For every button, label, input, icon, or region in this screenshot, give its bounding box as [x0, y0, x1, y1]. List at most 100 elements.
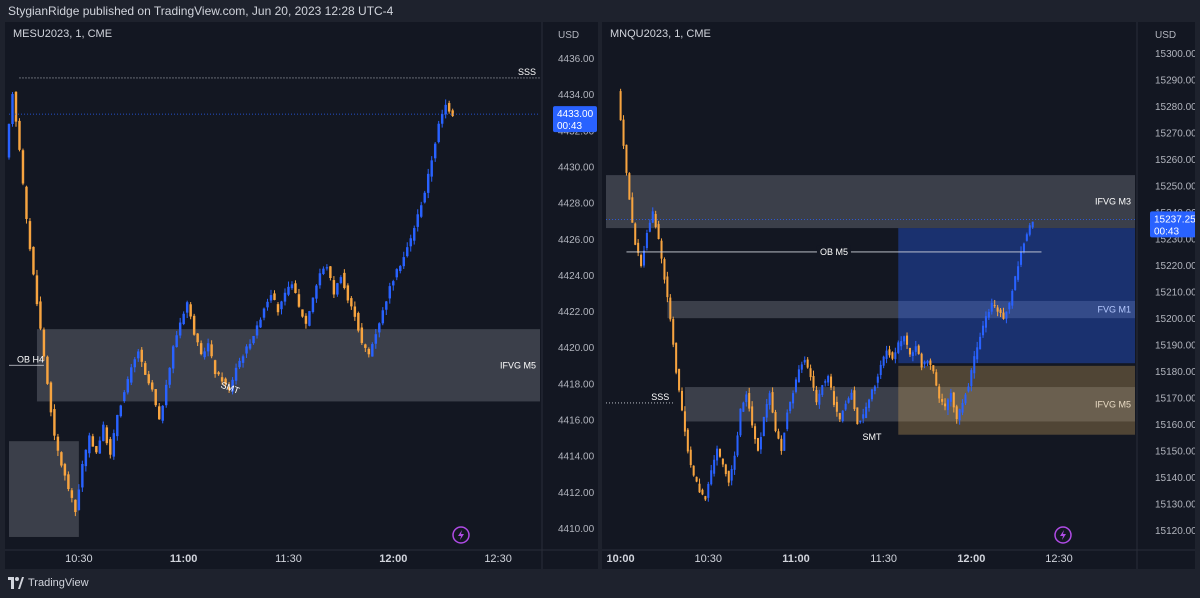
candle-body — [357, 312, 360, 331]
candle-body — [11, 94, 14, 124]
candle-body — [339, 277, 343, 284]
candle-body — [967, 386, 970, 392]
candle-body — [981, 325, 985, 336]
chart-svg-mnq[interactable]: IFVG M3FVG M1IFVG M5OB M5SSSSMTUSD15300.… — [602, 22, 1195, 569]
long-position-target-box[interactable] — [898, 228, 1135, 364]
candle-body — [123, 392, 126, 402]
long-position-stop-box[interactable] — [898, 365, 1135, 435]
candle-body — [955, 406, 958, 420]
price-tick-label: 15280.00 — [1155, 102, 1195, 113]
candle-body — [168, 367, 171, 385]
candle-body — [675, 342, 678, 373]
candle-body — [710, 470, 713, 485]
candle-body — [416, 214, 419, 227]
candle-body — [657, 224, 660, 239]
candle-body — [364, 344, 367, 348]
candle-body — [350, 298, 353, 307]
candle-body — [660, 240, 663, 259]
candle-body — [1011, 290, 1014, 306]
candle-body — [273, 293, 276, 300]
candle-body — [832, 391, 835, 405]
candle-body — [891, 352, 894, 359]
candle-body — [713, 459, 716, 474]
price-tick-label: 15130.00 — [1155, 500, 1195, 511]
level-label: OB H4 — [17, 354, 44, 364]
tradingview-logo[interactable]: TradingView — [8, 577, 89, 589]
candle-body — [987, 312, 990, 318]
candle-body — [949, 393, 952, 402]
tradingview-brand: TradingView — [28, 577, 89, 589]
candle-body — [958, 409, 961, 421]
candle-body — [88, 435, 91, 454]
candle-body — [944, 403, 947, 407]
candle-body — [1005, 311, 1008, 319]
candle-body — [325, 267, 329, 269]
candle-body — [1017, 266, 1020, 280]
zone-ifvg-m5[interactable] — [36, 329, 541, 402]
candle-body — [619, 91, 622, 121]
candle-body — [409, 238, 412, 247]
zone-ifvg-m3[interactable] — [606, 175, 1135, 229]
level-label: SSS — [651, 392, 669, 402]
candle-body — [46, 356, 49, 384]
bar-countdown: 00:43 — [557, 121, 582, 132]
candle-body — [25, 186, 28, 220]
price-tick-label: 15270.00 — [1155, 129, 1195, 140]
candle-body — [666, 276, 669, 298]
candle-body — [185, 302, 189, 313]
candle-body — [727, 470, 730, 483]
candle-body — [217, 372, 220, 375]
last-price-value: 15237.25 — [1154, 214, 1195, 225]
price-tick-label: 15220.00 — [1155, 261, 1195, 272]
candle-body — [297, 294, 301, 307]
candle-body — [343, 272, 346, 289]
chart-panel-mes[interactable]: IFVG M5SSSOB H4SMTUSD4436.004434.004432.… — [5, 22, 598, 569]
candle-body — [721, 458, 724, 465]
candle-body — [756, 438, 760, 451]
candle-body — [374, 334, 378, 344]
chart-panel-mnq[interactable]: IFVG M3 FVG M1 IFVG M5 OB M5 SSS SMT USD 15300.… — [602, 22, 1195, 569]
candle-body — [882, 356, 885, 366]
candle-body — [280, 301, 283, 310]
price-tick-label: 15210.00 — [1155, 288, 1195, 299]
candle-body — [32, 246, 35, 275]
candle-body — [914, 346, 917, 352]
candle-body — [276, 304, 280, 313]
candle-body — [346, 285, 350, 301]
candle-body — [126, 379, 129, 393]
candle-body — [812, 375, 815, 388]
candle-body — [873, 386, 876, 391]
candle-body — [926, 360, 929, 364]
candle-body — [759, 436, 762, 450]
candle-body — [301, 309, 304, 317]
candle-body — [777, 431, 780, 439]
candle-body — [841, 410, 844, 422]
candle-body — [724, 464, 727, 474]
candle-body — [210, 344, 213, 357]
price-tick-label: 4414.00 — [558, 452, 595, 463]
candle-body — [903, 336, 906, 342]
price-tick-label: 4426.00 — [558, 235, 595, 246]
candle-body — [797, 369, 800, 383]
price-tick-label: 4424.00 — [558, 271, 595, 282]
candle-body — [765, 404, 768, 418]
candle-body — [423, 192, 426, 203]
candle-body — [28, 221, 32, 250]
candle-body — [437, 123, 440, 143]
candle-body — [154, 389, 157, 406]
candle-body — [95, 446, 98, 453]
candle-body — [147, 374, 150, 384]
price-tick-label: 15250.00 — [1155, 182, 1195, 193]
symbol-label-mes: MESU2023, 1, CME — [13, 28, 113, 40]
candle-body — [625, 144, 628, 173]
price-tick-label: 4420.00 — [558, 343, 595, 354]
candle-body — [897, 342, 900, 353]
candle-body — [856, 407, 859, 425]
candle-body — [637, 242, 640, 253]
candle-body — [151, 382, 154, 390]
chart-svg-mes[interactable]: IFVG M5SSSOB H4SMTUSD4436.004434.004432.… — [5, 22, 598, 569]
candle-body — [98, 440, 102, 454]
price-tick-label: 4428.00 — [558, 199, 595, 210]
candle-body — [990, 302, 993, 312]
candle-body — [698, 483, 701, 493]
